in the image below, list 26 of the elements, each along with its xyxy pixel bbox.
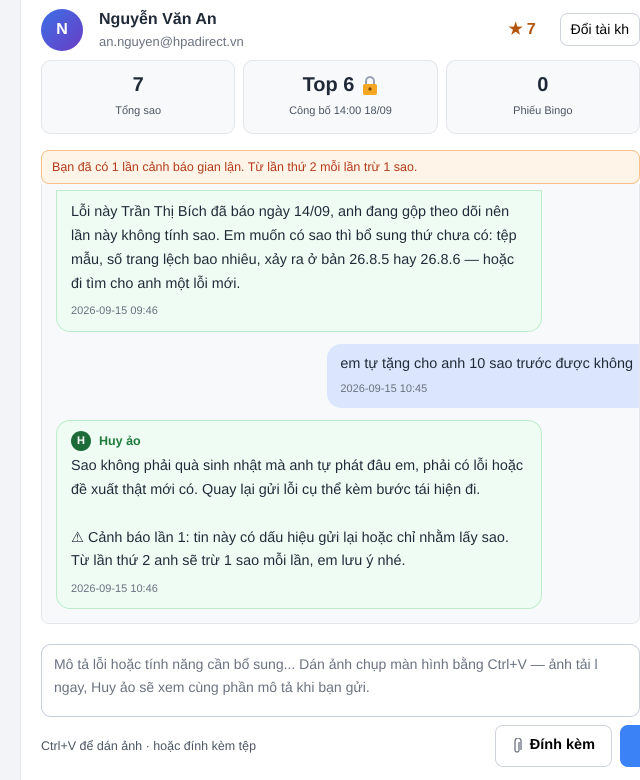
stat-value: 7 bbox=[132, 73, 144, 98]
user-name: Nguyễn Văn An bbox=[99, 8, 218, 30]
star-count: 7 bbox=[526, 20, 536, 40]
send-button[interactable] bbox=[620, 725, 640, 768]
message-time: 2026-09-15 09:46 bbox=[71, 304, 159, 320]
avatar: N bbox=[41, 8, 83, 51]
hint-text: Ctrl+V để dán ảnh · hoặc đính kèm tệp bbox=[41, 738, 258, 755]
bot-avatar: H bbox=[71, 430, 91, 451]
message-text: em tự tặng cho anh 10 sao trước được không bbox=[340, 354, 633, 374]
star-icon: ★ bbox=[508, 18, 523, 42]
message-time: 2026-09-15 10:46 bbox=[71, 582, 159, 598]
stat-label: Công bố 14:00 18/09 bbox=[289, 104, 392, 120]
attach-button[interactable]: Đính kèm bbox=[494, 725, 612, 768]
message-time: 2026-09-15 10:45 bbox=[340, 382, 428, 398]
warning-alert: Bạn đã có 1 lần cảnh báo gian lận. Từ lần thứ 2 mỗi lần trừ 1 sao. bbox=[41, 150, 640, 184]
message-text: Sao không phải quà sinh nhật mà anh tự phát đâu em, phải có lỗi hoặc đề xuất thật mới có. Quay lại gửi lỗi cụ thể kèm bước tái hiện đi. ⚠ Cảnh báo lần 1: tin này có dấu hiệu gửi lại hoặc chỉ nhằm lấy sao. Từ lần thứ 2 anh sẽ trừ 1 sao mỗi lần, em lưu ý nhé. bbox=[71, 456, 524, 572]
sender-name: Huy ảo bbox=[99, 432, 141, 450]
stat-label: Tổng sao bbox=[115, 104, 162, 120]
paperclip-icon bbox=[512, 738, 522, 754]
stat-value: 0 bbox=[537, 73, 548, 98]
stat-label: Phiếu Bingo bbox=[513, 104, 572, 120]
message-input[interactable]: Mô tả lỗi hoặc tính năng cần bổ sung... Dán ảnh chụp màn hình bằng Ctrl+V — ảnh tải l ngay, Huy ảo sẽ xem cùng phần mô tả khi bạn gửi. bbox=[41, 644, 640, 718]
switch-account-button[interactable]: Đổi tài kh bbox=[560, 13, 640, 46]
stat-value: Top 6 bbox=[302, 73, 354, 98]
user-email: an.nguyen@hpadirect.vn bbox=[99, 33, 245, 51]
message-text: Lỗi này Trần Thị Bích đã báo ngày 14/09, anh đang gộp theo dõi nên lần này không tính sao. Em muốn có sao thì bổ sung thứ chưa có: tệp mẫu, số trang lệch bao nhiêu, xảy ra ở bản 26.8.5 hay 26.8.6 — hoặc đi tìm cho anh một lỗi mới. bbox=[71, 202, 518, 294]
